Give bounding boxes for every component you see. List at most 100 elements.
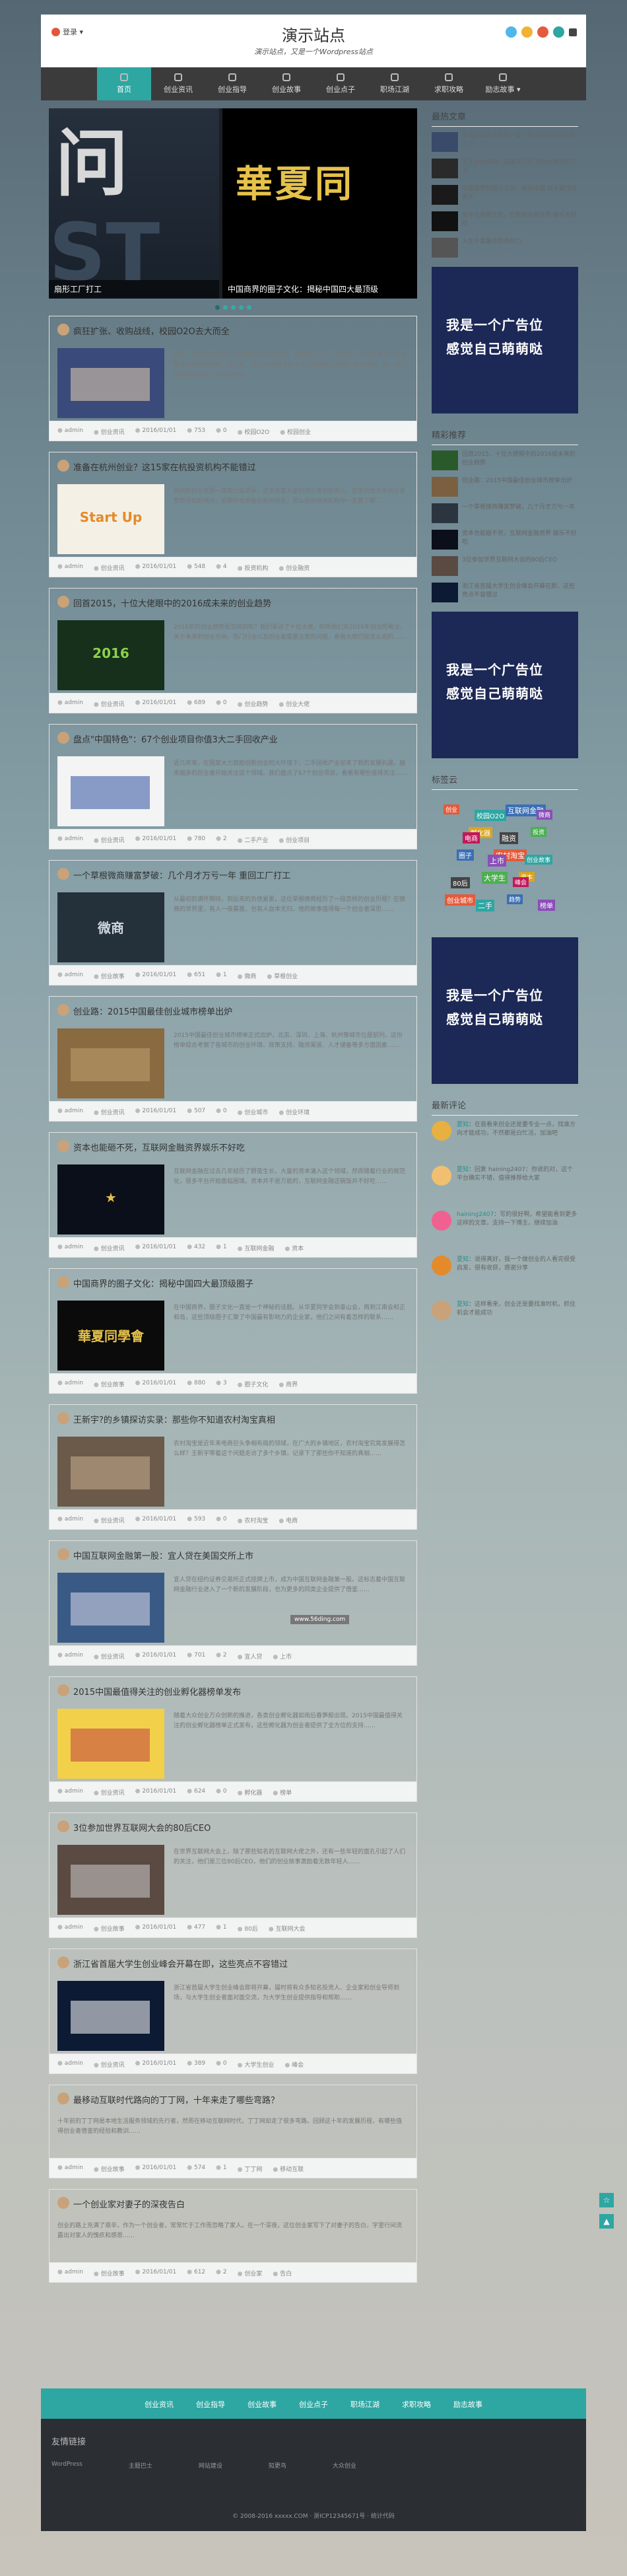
meta-item[interactable]: 创业家 (238, 2269, 262, 2282)
recommend-thumbnail[interactable] (432, 450, 458, 470)
ad-banner[interactable]: 我是一个广告位 感觉自己萌萌哒 (432, 267, 578, 413)
post-thumbnail[interactable] (57, 1845, 164, 1915)
post-thumbnail[interactable]: ★ (57, 1164, 164, 1234)
friend-link[interactable]: 网站建设 (199, 2461, 222, 2470)
post-thumbnail[interactable] (57, 756, 164, 826)
meta-item[interactable]: 告白 (273, 2269, 292, 2282)
hot-thumbnail[interactable] (432, 159, 458, 178)
nav-item-guide[interactable]: 创业指导 (205, 67, 259, 100)
meta-item[interactable]: 草根创业 (267, 972, 298, 985)
tag[interactable]: 创业 (444, 805, 460, 814)
hot-thumbnail[interactable] (432, 185, 458, 205)
meta-item[interactable]: 创业资讯 (94, 563, 125, 577)
bottom-nav-item[interactable]: 创业资讯 (145, 2399, 174, 2419)
meta-item[interactable]: 电商 (279, 1516, 298, 1529)
tag[interactable]: 微商 (537, 810, 553, 820)
post-title[interactable]: 中国互联网金融第一股：宜人贷在美国交所上市 (73, 1552, 253, 1561)
qq-icon[interactable] (506, 26, 517, 38)
recommend-item[interactable]: 浙江省首届大学生创业峰会开幕在即，这些亮点不容错过 (432, 583, 578, 605)
post-title[interactable]: 2015中国最值得关注的创业孵化器榜单发布 (73, 1688, 241, 1698)
author-avatar[interactable] (57, 1548, 69, 1560)
comment-item[interactable]: 夏知：在我看来创业还是要专业一点，找准方向才能成功，不然都是白忙活，加油吧 (432, 1121, 578, 1162)
author-avatar[interactable] (57, 460, 69, 472)
author-avatar[interactable] (57, 1004, 69, 1016)
recommend-title[interactable]: 创业路：2015中国最佳创业城市榜单出炉 (458, 477, 572, 499)
commenter-name[interactable]: 夏知 (457, 1122, 469, 1128)
recommend-title[interactable]: 资本也能砸不死，互联网金融资界 娱乐不好吃 (458, 530, 578, 552)
nav-item-career[interactable]: 职场江湖 (368, 67, 422, 100)
tag[interactable]: 趋势 (507, 894, 523, 904)
nav-item-stories[interactable]: 创业故事 (259, 67, 314, 100)
tag[interactable]: 圈子 (457, 849, 474, 861)
meta-item[interactable]: 创业资讯 (94, 1652, 125, 1665)
slide-left[interactable]: 问 ST 扇形工厂打工 (49, 108, 219, 299)
recommend-thumbnail[interactable] (432, 583, 458, 602)
post-thumbnail[interactable]: 2016 (57, 620, 164, 690)
meta-item[interactable]: 上市 (273, 1652, 292, 1665)
nav-item-news[interactable]: 创业资讯 (151, 67, 205, 100)
bottom-nav-item[interactable]: 创业点子 (299, 2399, 328, 2419)
meta-item[interactable]: 投资机构 (238, 563, 268, 577)
meta-item[interactable]: 榜单 (273, 1788, 292, 1801)
recommend-thumbnail[interactable] (432, 477, 458, 497)
tag[interactable]: 二手 (476, 900, 494, 912)
nav-item-jobs[interactable]: 求职攻略 (422, 67, 476, 100)
meta-item[interactable]: 创业故事 (94, 2269, 125, 2282)
meta-item[interactable]: admin (57, 2269, 83, 2282)
tencent-weibo-icon[interactable] (537, 26, 548, 38)
comment-item[interactable]: 夏知：回复 haining2407：你说的对，这个平台确实不错，值得推荐给大家 (432, 1166, 578, 1207)
tag[interactable]: 校园O2O (475, 810, 507, 821)
post-title[interactable]: 一个创业家对妻子的深夜告白 (73, 2200, 185, 2210)
bottom-nav-item[interactable]: 励志故事 (453, 2399, 482, 2419)
post-title[interactable]: 浙江省首届大学生创业峰会开幕在即，这些亮点不容错过 (73, 1960, 288, 1970)
meta-item[interactable]: admin (57, 1924, 83, 1937)
meta-item[interactable]: admin (57, 1244, 83, 1257)
friend-link[interactable]: 主题巴士 (129, 2461, 152, 2470)
tag[interactable]: 上市 (488, 855, 506, 867)
meta-item[interactable]: admin (57, 1380, 83, 1393)
meta-item[interactable]: 微商 (238, 972, 256, 985)
tag[interactable]: 投资 (531, 827, 547, 837)
meta-item[interactable]: 商界 (279, 1380, 298, 1393)
post-thumbnail[interactable]: 華夏同學會 (57, 1301, 164, 1371)
tag[interactable]: 创业故事 (525, 855, 553, 865)
recommend-thumbnail[interactable] (432, 530, 458, 550)
meta-item[interactable]: 创业趋势 (238, 699, 268, 713)
meta-item[interactable]: admin (57, 1652, 83, 1665)
slider-dot[interactable] (246, 304, 251, 310)
post-thumbnail[interactable]: 微商 (57, 892, 164, 962)
friend-link[interactable]: 大众创业 (333, 2461, 356, 2470)
meta-item[interactable]: admin (57, 699, 83, 713)
recommend-title[interactable]: 回首2015，十位大佬眼中的2016成未来的创业趋势 (458, 450, 578, 473)
bottom-nav-item[interactable]: 职场江湖 (350, 2399, 380, 2419)
commenter-name[interactable]: 夏知 (457, 1166, 469, 1173)
meta-item[interactable]: admin (57, 563, 83, 577)
post-thumbnail[interactable] (57, 348, 164, 418)
author-avatar[interactable] (57, 596, 69, 608)
meta-item[interactable]: 移动互联 (273, 2165, 304, 2178)
recommend-title[interactable]: 浙江省首届大学生创业峰会开幕在即，这些亮点不容错过 (458, 583, 578, 605)
post-thumbnail[interactable] (57, 1573, 164, 1643)
meta-item[interactable]: admin (57, 1516, 83, 1529)
hot-item[interactable]: 华人创业指南：骗遍天下的 找创业项目的方法 (432, 159, 578, 181)
meta-item[interactable]: 大学生创业 (238, 2060, 274, 2073)
hot-thumbnail[interactable] (432, 211, 458, 231)
hot-thumbnail[interactable] (432, 132, 458, 152)
commenter-avatar[interactable] (432, 1121, 451, 1141)
hot-title[interactable]: 中国互联网金融第一股：宜人贷在美国交所上市 (458, 132, 578, 155)
tag[interactable]: 大学生 (482, 872, 508, 884)
meta-item[interactable]: 创业资讯 (94, 427, 125, 441)
tag[interactable]: 创业城市 (445, 894, 475, 906)
post-thumbnail[interactable] (57, 1981, 164, 2051)
meta-item[interactable]: 圈子文化 (238, 1380, 268, 1393)
hot-item[interactable]: 资本也能砸不死，互联网金融资界 娱乐不好吃 (432, 211, 578, 234)
nav-item-home[interactable]: 首页 (97, 67, 151, 100)
nav-item-ideas[interactable]: 创业点子 (314, 67, 368, 100)
post-title[interactable]: 王新宇?的乡镇探访实录：那些你不知道农村淘宝真相 (73, 1415, 275, 1425)
hot-title[interactable]: 华人创业指南：骗遍天下的 找创业项目的方法 (458, 159, 578, 181)
commenter-avatar[interactable] (432, 1211, 451, 1231)
post-title[interactable]: 资本也能砸不死，互联网金融资界娱乐不好吃 (73, 1143, 245, 1153)
recommend-item[interactable]: 资本也能砸不死，互联网金融资界 娱乐不好吃 (432, 530, 578, 552)
author-avatar[interactable] (57, 2197, 69, 2209)
share-icon[interactable]: ☆ (599, 2193, 614, 2207)
